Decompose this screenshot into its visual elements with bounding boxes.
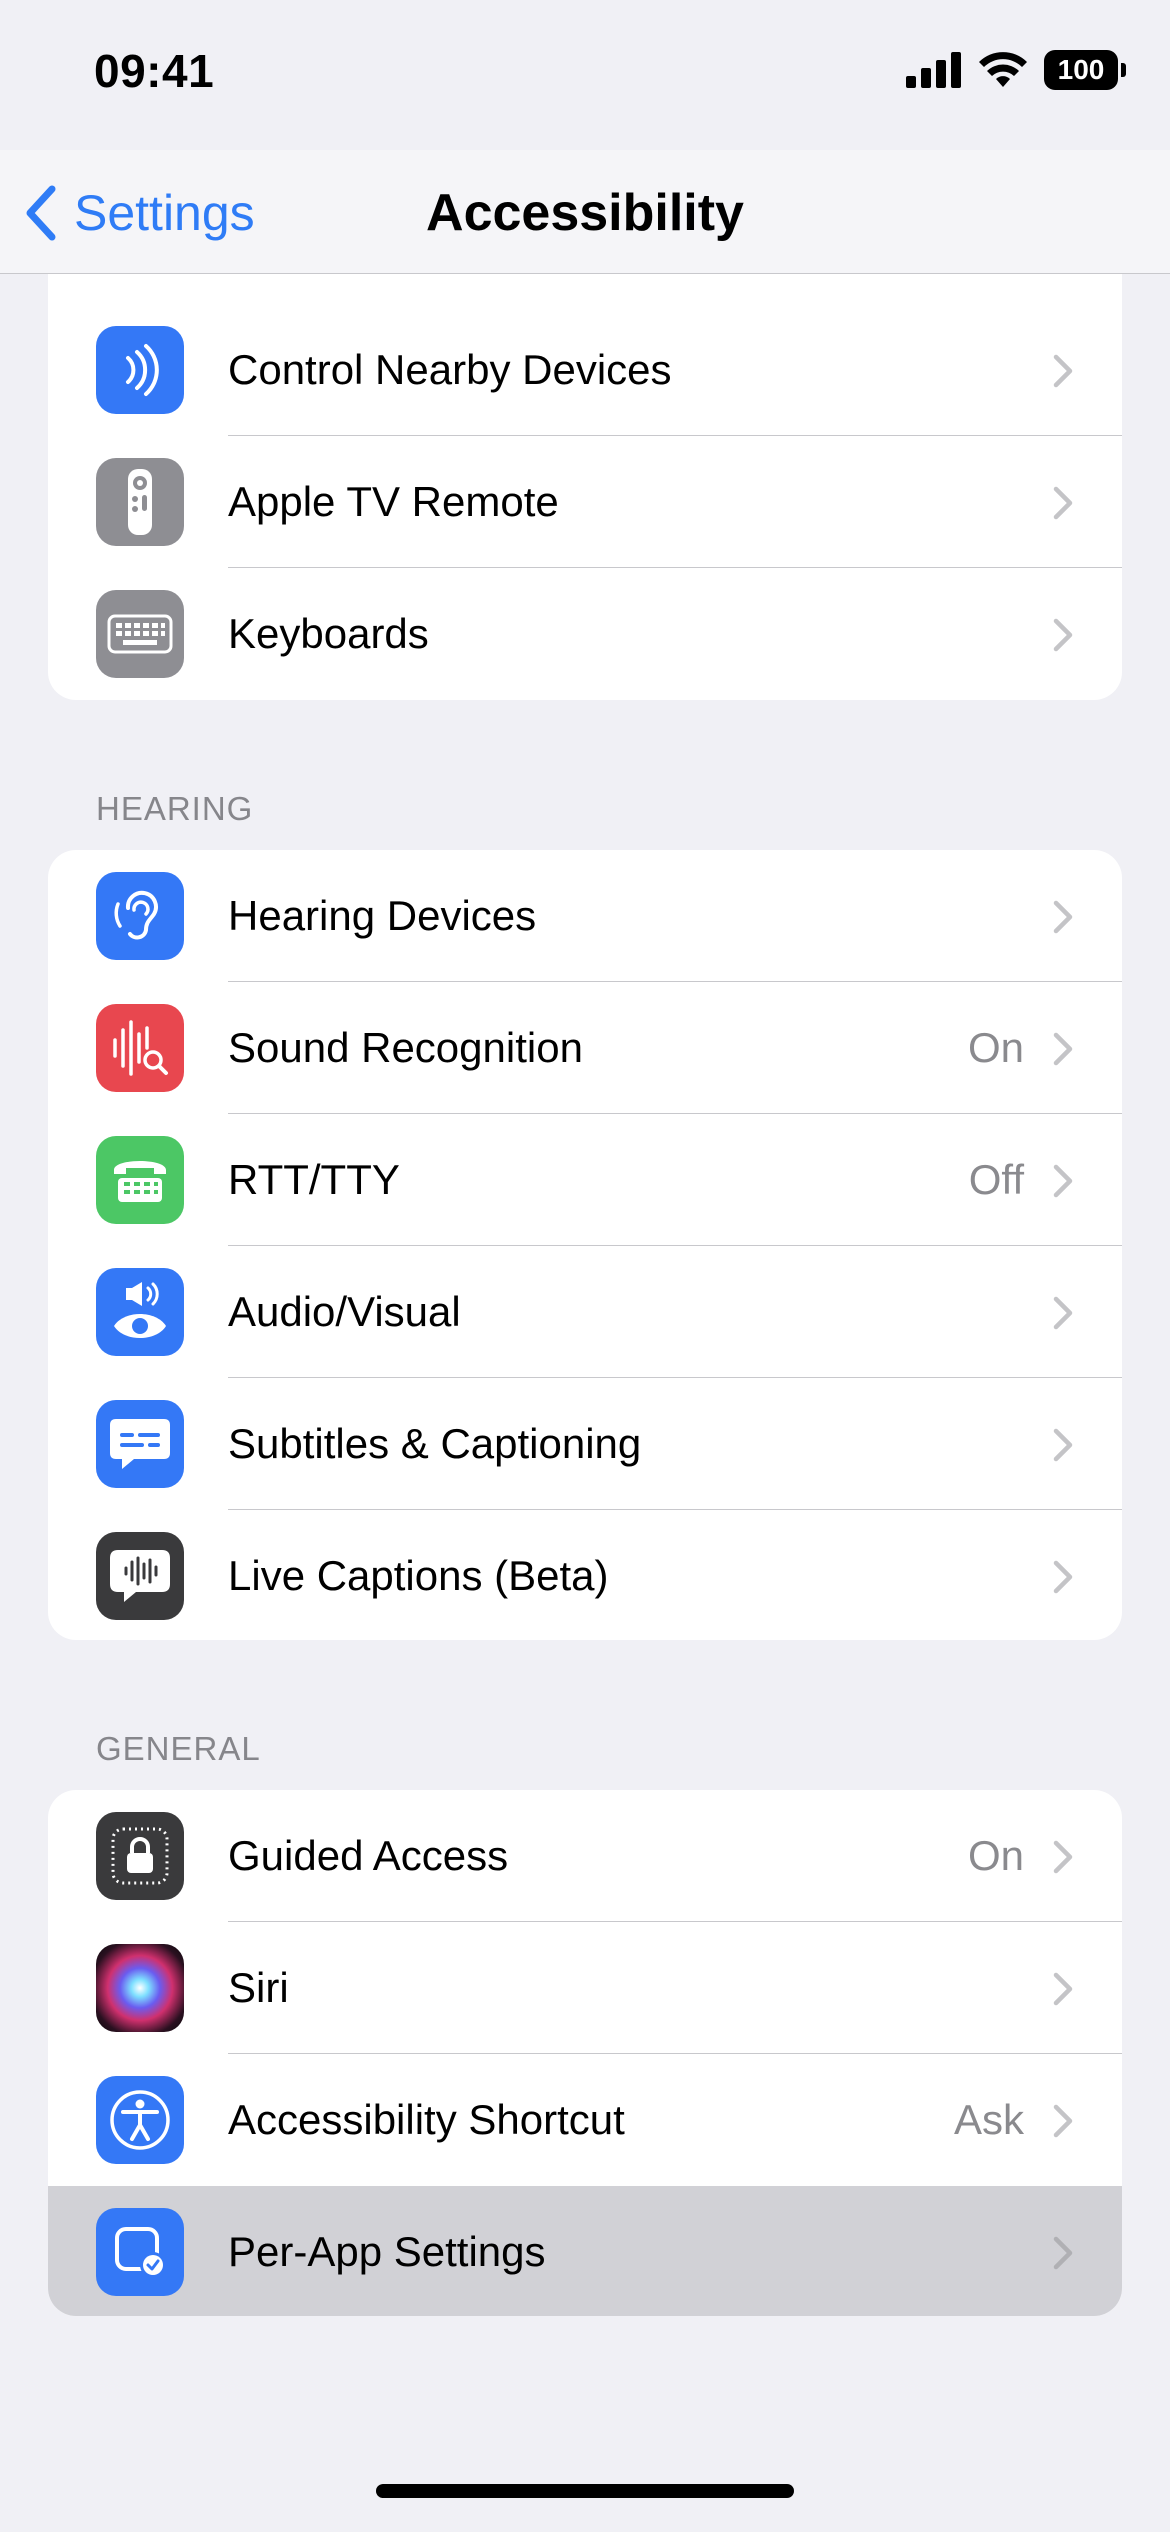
status-time: 09:41 [94,45,215,97]
group-hearing: Hearing Devices Sound Recognition On RTT… [48,850,1122,1640]
chevron-right-icon [1053,618,1073,652]
siri-icon [96,1944,184,2032]
row-siri[interactable]: Siri [48,1922,1122,2054]
battery-indicator: 100 [1044,50,1126,90]
accessibility-icon [96,2076,184,2164]
per-app-settings-icon [96,2208,184,2296]
keyboard-icon [96,590,184,678]
row-label: Per-App Settings [228,2228,546,2275]
row-control-nearby-devices[interactable]: Control Nearby Devices [48,304,1122,436]
chevron-right-icon [1053,1840,1073,1874]
row-label: Audio/Visual [228,1288,461,1335]
page-title: Accessibility [426,184,744,242]
chevron-right-icon [1053,2236,1073,2270]
chevron-right-icon [1053,486,1073,520]
subtitles-icon [96,1400,184,1488]
audio-visual-icon [96,1268,184,1356]
row-value: Off [968,1156,1024,1203]
home-indicator[interactable] [376,2484,794,2498]
live-captions-icon [96,1532,184,1620]
section-header-general: GENERAL [96,1730,261,1767]
chevron-right-icon [1053,2104,1073,2138]
row-per-app-settings[interactable]: Per-App Settings [48,2186,1122,2316]
chevron-right-icon [1053,354,1073,388]
row-label: Live Captions (Beta) [228,1552,609,1599]
status-bar: 09:41 100 [0,0,1170,150]
row-value: On [967,1832,1024,1879]
row-label: Apple TV Remote [228,478,559,525]
row-sound-recognition[interactable]: Sound Recognition On [48,982,1122,1114]
chevron-right-icon [1053,1972,1073,2006]
row-value: Ask [953,2096,1024,2143]
chevron-right-icon [1053,1296,1073,1330]
row-label: Subtitles & Captioning [228,1420,642,1467]
navigation-bar: Settings Accessibility [0,150,1170,274]
row-accessibility-shortcut[interactable]: Accessibility Shortcut Ask [48,2054,1122,2186]
cellular-signal-icon [906,52,961,88]
row-label: RTT/TTY [228,1156,400,1203]
row-apple-tv-remote[interactable]: Apple TV Remote [48,436,1122,568]
row-audio-visual[interactable]: Audio/Visual [48,1246,1122,1378]
row-label: Accessibility Shortcut [228,2096,625,2143]
chevron-right-icon [1053,900,1073,934]
status-icons: 100 [906,50,1126,90]
row-label: Control Nearby Devices [228,346,672,393]
row-label: Hearing Devices [228,892,537,939]
chevron-right-icon [1053,1428,1073,1462]
chevron-right-icon [1053,1164,1073,1198]
row-rtt-tty[interactable]: RTT/TTY Off [48,1114,1122,1246]
wifi-icon [979,52,1027,87]
row-value: On [967,1024,1024,1071]
section-header-hearing: HEARING [96,790,254,827]
control-nearby-devices-icon [96,326,184,414]
apple-tv-remote-icon [96,458,184,546]
chevron-right-icon [1053,1560,1073,1594]
row-guided-access[interactable]: Guided Access On [48,1790,1122,1922]
chevron-right-icon [1053,1032,1073,1066]
row-label: Sound Recognition [228,1024,583,1071]
row-keyboards[interactable]: Keyboards [48,568,1122,700]
row-hearing-devices[interactable]: Hearing Devices [48,850,1122,982]
row-label: Guided Access [228,1832,509,1879]
row-label: Siri [228,1964,289,2011]
guided-access-icon [96,1812,184,1900]
sound-recognition-icon [96,1004,184,1092]
ear-icon [96,872,184,960]
tty-icon [96,1136,184,1224]
row-live-captions[interactable]: Live Captions (Beta) [48,1510,1122,1640]
row-subtitles-captioning[interactable]: Subtitles & Captioning [48,1378,1122,1510]
group-general: Guided Access On Siri Accessibility Shor… [48,1790,1122,2316]
row-label: Keyboards [228,610,429,657]
